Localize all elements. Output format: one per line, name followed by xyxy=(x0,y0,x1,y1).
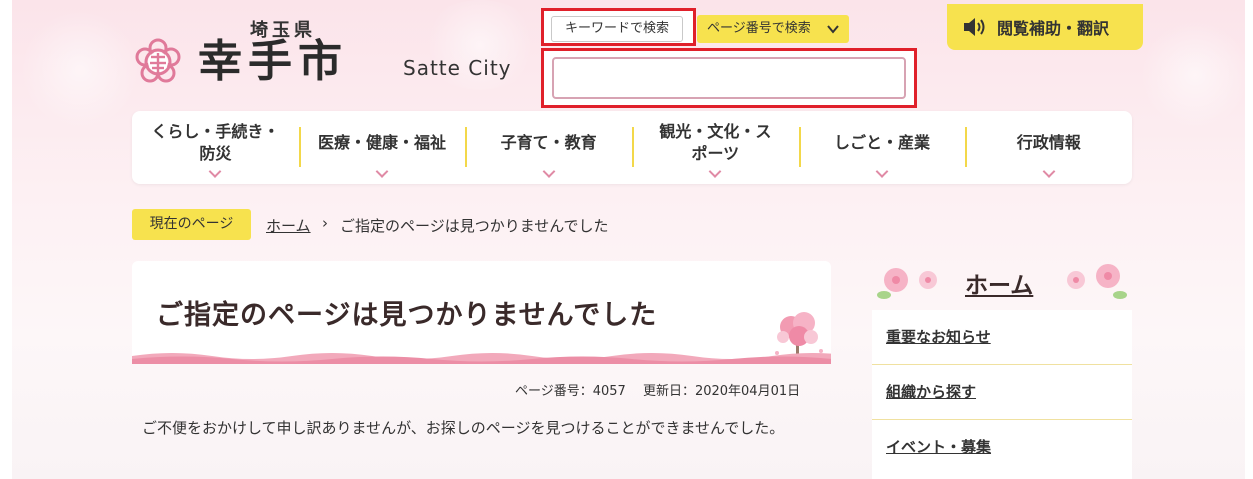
nav-item-label: くらし・手続き・防災 xyxy=(151,121,280,163)
keyword-search-input[interactable] xyxy=(552,57,906,99)
side-menu-item[interactable]: 組織から探す xyxy=(872,365,1132,420)
page-title: ご指定のページは見つかりませんでした xyxy=(156,300,658,331)
sakura-flowers-icon xyxy=(877,268,937,299)
city-name: 幸手市 xyxy=(198,36,348,87)
breadcrumb-home-link[interactable]: ホーム xyxy=(266,215,311,236)
sakura-flowers-icon xyxy=(1067,264,1127,299)
chevron-down-icon xyxy=(1042,165,1056,178)
sakura-decoration xyxy=(20,10,140,130)
page-title-panel: ご指定のページは見つかりませんでした xyxy=(132,261,831,364)
side-menu-item[interactable]: 重要なお知らせ xyxy=(872,310,1132,365)
chevron-down-icon xyxy=(542,165,556,178)
chevron-down-icon xyxy=(208,165,222,178)
chevron-down-icon xyxy=(708,165,722,178)
global-nav: くらし・手続き・防災 医療・健康・福祉 子育て・教育 観光・文化・スポーツ しご… xyxy=(132,111,1132,184)
nav-item-living[interactable]: くらし・手続き・防災 xyxy=(132,111,299,184)
breadcrumb-label: 現在のページ xyxy=(132,209,251,240)
breadcrumb-current: ご指定のページは見つかりませんでした xyxy=(340,217,609,235)
city-name-en: Satte City xyxy=(403,56,512,80)
accessibility-label: 閲覧補助・翻訳 xyxy=(997,19,1110,38)
nav-item-label: 観光・文化・スポーツ xyxy=(659,121,772,163)
prefecture-name: 埼玉県 xyxy=(250,20,316,41)
side-menu: 重要なお知らせ 組織から探す イベント・募集 xyxy=(872,310,1132,479)
page-edge-left xyxy=(0,0,12,479)
tab-page-number-search[interactable]: ページ番号で検索 xyxy=(697,15,849,43)
logo-text: 埼玉県 幸手市 xyxy=(198,16,348,88)
side-menu-item[interactable]: イベント・募集 xyxy=(872,420,1132,475)
nav-item-childcare[interactable]: 子育て・教育 xyxy=(465,111,632,184)
chevron-down-icon xyxy=(375,165,389,178)
side-menu-home-link[interactable]: ホーム xyxy=(965,266,1033,300)
not-found-message: ご不便をおかけして申し訳ありませんが、お探しのページを見つけることができませんで… xyxy=(142,419,785,437)
tab-keyword-search[interactable]: キーワードで検索 xyxy=(551,16,683,42)
city-emblem-icon xyxy=(135,38,181,83)
accessibility-translate-button[interactable]: 閲覧補助・翻訳 xyxy=(947,4,1143,50)
tab-page-number-label: ページ番号で検索 xyxy=(707,21,811,36)
nav-item-medical[interactable]: 医療・健康・福祉 xyxy=(298,111,466,184)
nav-item-label: 子育て・教育 xyxy=(500,132,597,152)
nav-item-label: しごと・産業 xyxy=(834,132,931,152)
sakura-decoration xyxy=(1140,20,1250,130)
speaker-icon xyxy=(964,18,985,36)
site-logo[interactable]: 埼玉県 幸手市 xyxy=(132,14,348,88)
search-box-highlight xyxy=(541,48,917,108)
chevron-down-icon xyxy=(827,15,839,45)
nav-item-tourism[interactable]: 観光・文化・スポーツ xyxy=(632,111,799,184)
page-meta: ページ番号：4057 更新日：2020年04月01日 xyxy=(515,384,801,399)
nav-item-label: 医療・健康・福祉 xyxy=(318,132,447,152)
side-menu-header: ホーム xyxy=(872,262,1132,306)
wave-divider xyxy=(132,353,831,364)
breadcrumb-separator: › xyxy=(322,214,328,232)
nav-item-administration[interactable]: 行政情報 xyxy=(965,111,1132,184)
keyword-search-tab-highlight: キーワードで検索 xyxy=(541,8,696,46)
nav-item-work[interactable]: しごと・産業 xyxy=(798,111,966,184)
nav-item-label: 行政情報 xyxy=(1016,132,1081,152)
chevron-down-icon xyxy=(875,165,889,178)
